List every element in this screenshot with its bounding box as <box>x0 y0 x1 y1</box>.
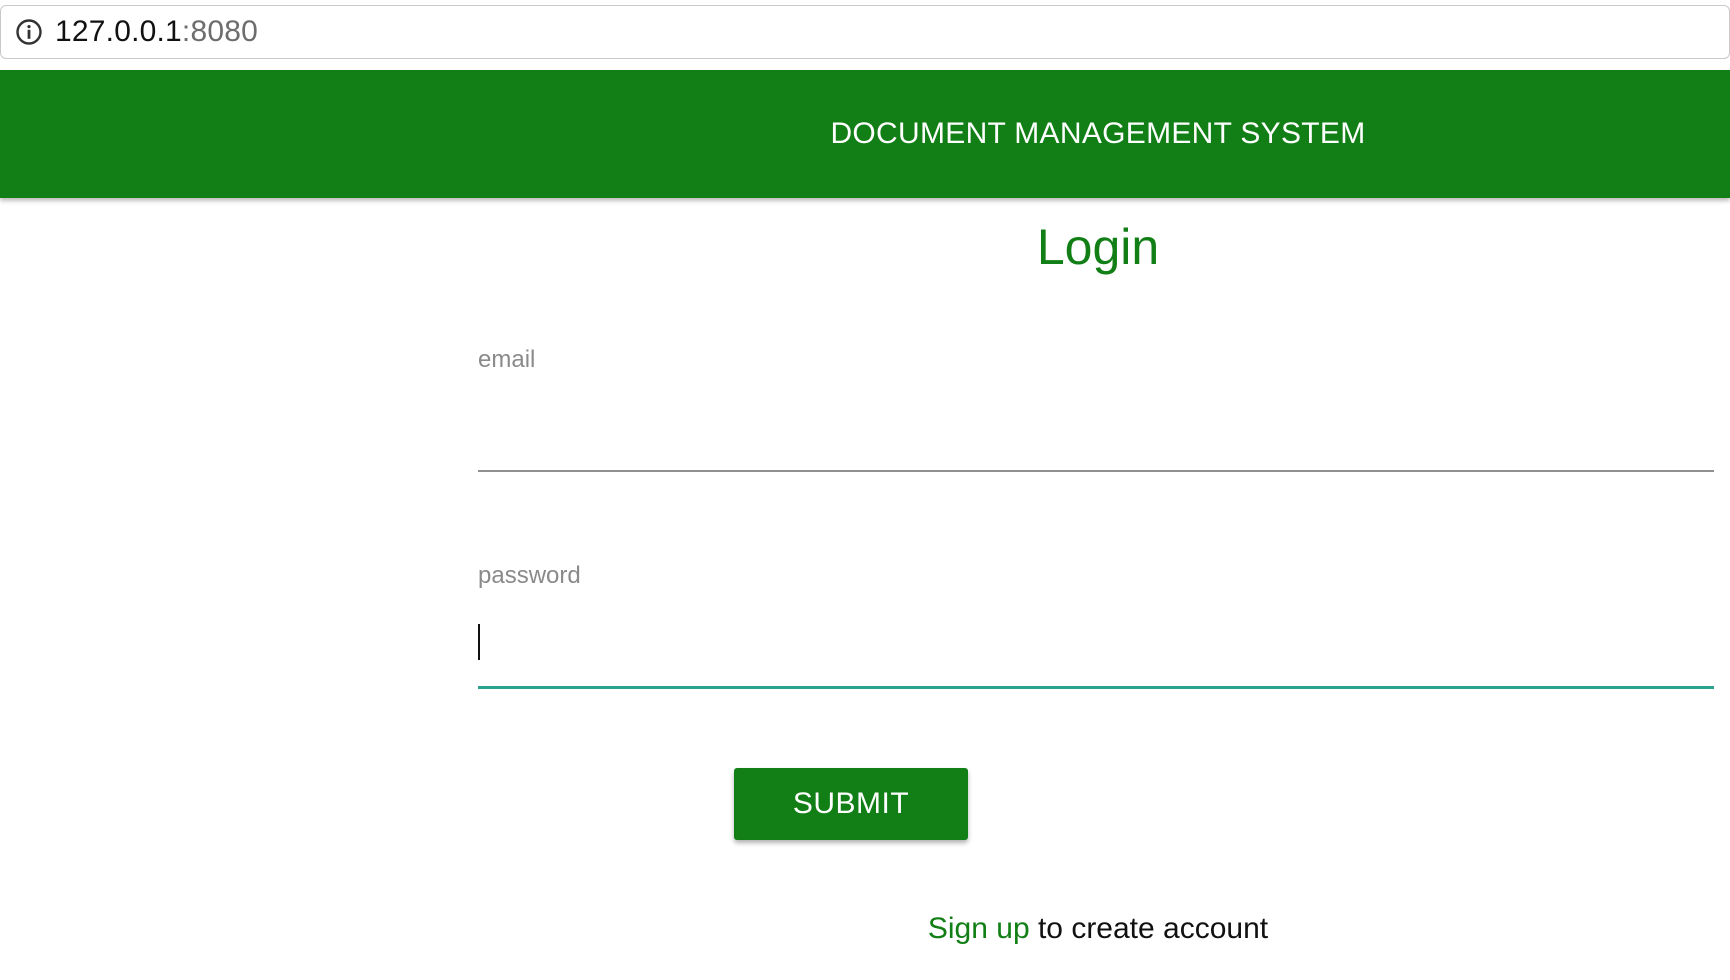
app-header: DOCUMENT MANAGEMENT SYSTEM <box>0 70 1730 198</box>
url-text[interactable]: 127.0.0.1:8080 <box>55 15 258 49</box>
app-title: DOCUMENT MANAGEMENT SYSTEM <box>830 117 1366 150</box>
login-heading: Login <box>1036 219 1160 275</box>
url-host: 127.0.0.1 <box>55 15 182 48</box>
text-caret <box>478 624 480 660</box>
email-input[interactable] <box>478 418 1714 470</box>
email-label: email <box>478 346 536 373</box>
signup-text: to create account <box>1029 912 1269 945</box>
submit-button[interactable]: SUBMIT <box>734 768 968 840</box>
signup-link[interactable]: Sign up <box>928 912 1030 945</box>
address-bar[interactable]: 127.0.0.1:8080 <box>0 5 1730 59</box>
email-underline <box>478 470 1714 472</box>
signup-line: Sign up to create account <box>0 912 1730 946</box>
password-label: password <box>478 562 581 589</box>
url-port: :8080 <box>181 15 258 48</box>
password-underline <box>478 686 1714 689</box>
password-input[interactable] <box>478 624 1714 676</box>
info-circle-icon[interactable] <box>15 18 43 46</box>
